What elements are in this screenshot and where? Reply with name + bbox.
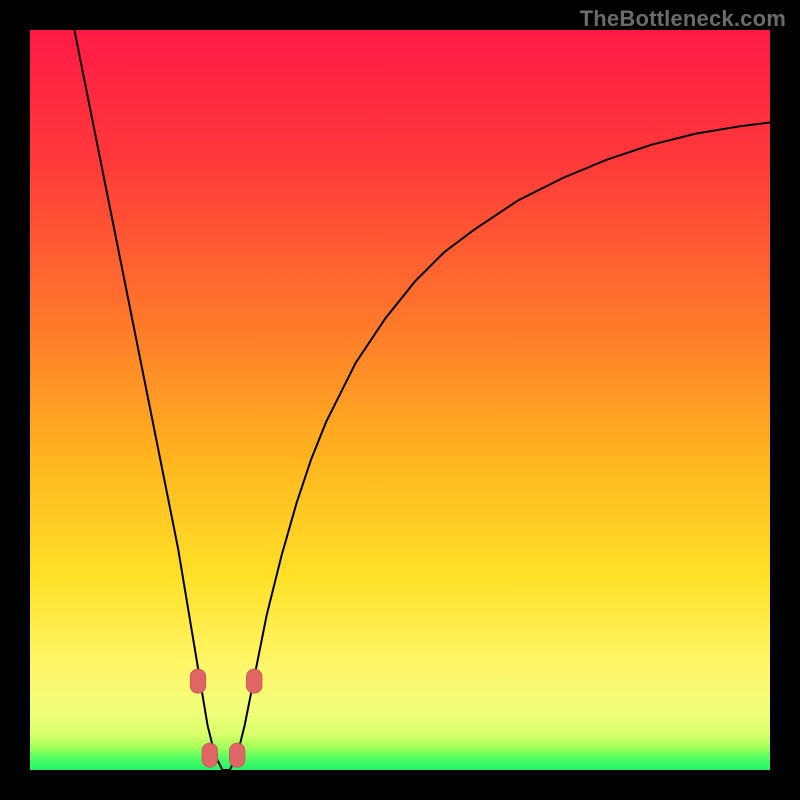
curve-marker: [246, 669, 262, 693]
chart-frame: TheBottleneck.com: [0, 0, 800, 800]
curve-marker: [190, 669, 206, 693]
bottleneck-chart: [30, 30, 770, 770]
curve-marker: [202, 743, 218, 767]
watermark-text: TheBottleneck.com: [580, 6, 786, 32]
gradient-background: [30, 30, 770, 770]
curve-marker: [229, 743, 245, 767]
